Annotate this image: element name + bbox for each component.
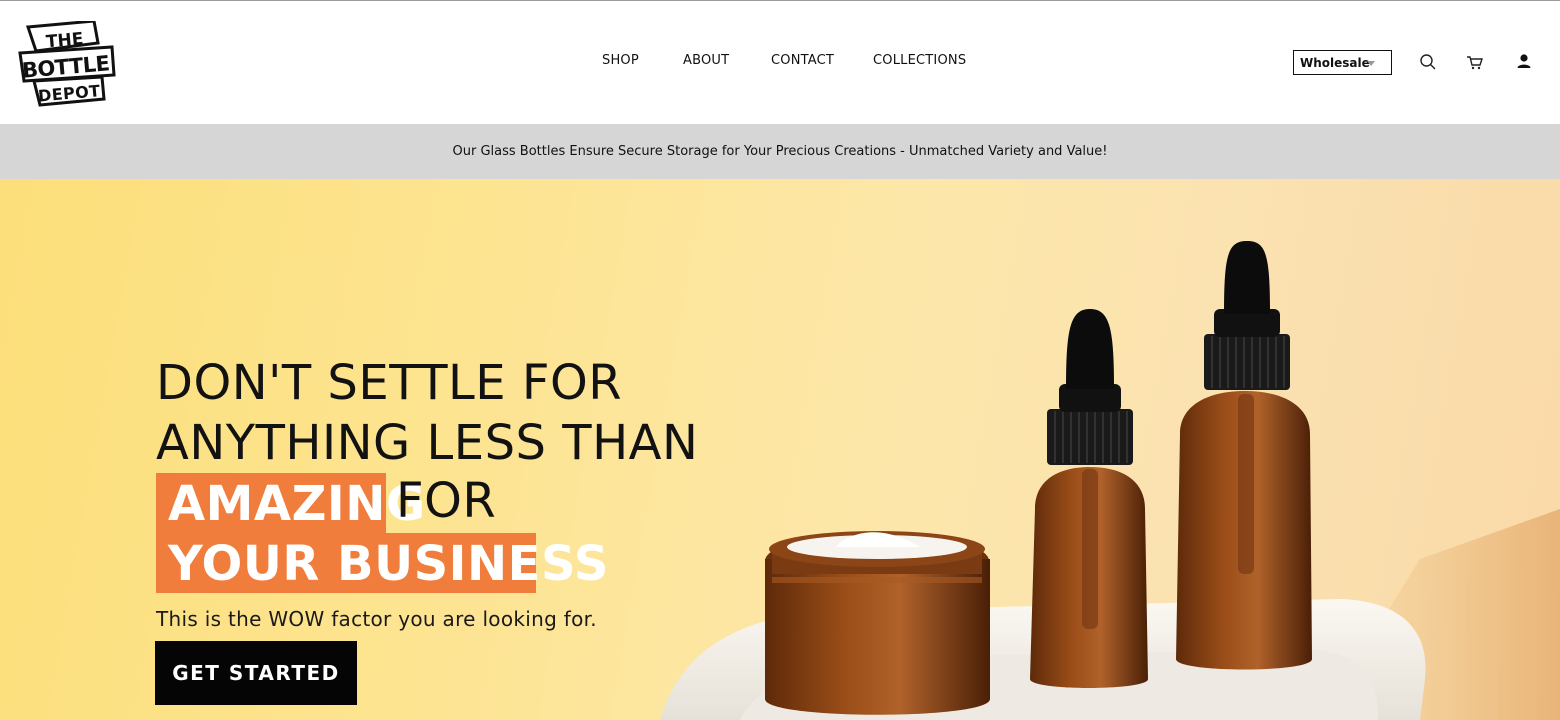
hero-banner: DON'T SETTLE FOR ANYTHING LESS THAN AMAZ… — [0, 179, 1560, 720]
hero-highlight-amazing: AMAZING — [156, 473, 425, 533]
cart-icon[interactable] — [1466, 53, 1484, 71]
hero-subheadline: This is the WOW factor you are looking f… — [156, 607, 597, 631]
hero-headline-line1: DON'T SETTLE FOR — [156, 355, 623, 411]
nav-contact[interactable]: CONTACT — [771, 53, 834, 68]
nav-shop[interactable]: SHOP — [602, 53, 639, 68]
hero-headline-line3: AMAZINGFOR — [156, 473, 496, 533]
announcement-text: Our Glass Bottles Ensure Secure Storage … — [452, 144, 1108, 159]
chevron-down-icon — [1367, 61, 1375, 66]
store-type-value: Wholesale — [1300, 56, 1370, 70]
get-started-button[interactable]: GET STARTED — [155, 641, 357, 705]
search-icon[interactable] — [1419, 53, 1437, 71]
hero-highlight-business: YOUR BUSINESS — [156, 533, 608, 593]
hero-headline-line2: ANYTHING LESS THAN — [156, 415, 699, 471]
site-header: THE BOTTLE DEPOT SHOP ABOUT CONTACT COLL… — [0, 1, 1560, 124]
store-type-select[interactable]: Wholesale — [1293, 50, 1392, 75]
hero-headline-for: FOR — [396, 473, 497, 529]
announcement-bar: Our Glass Bottles Ensure Secure Storage … — [0, 124, 1560, 179]
account-icon[interactable] — [1515, 53, 1533, 71]
nav-collections[interactable]: COLLECTIONS — [873, 53, 966, 68]
hero-headline-line4: YOUR BUSINESS — [156, 533, 608, 593]
svg-text:THE: THE — [45, 29, 84, 52]
svg-text:DEPOT: DEPOT — [37, 81, 100, 105]
nav-about[interactable]: ABOUT — [683, 53, 729, 68]
